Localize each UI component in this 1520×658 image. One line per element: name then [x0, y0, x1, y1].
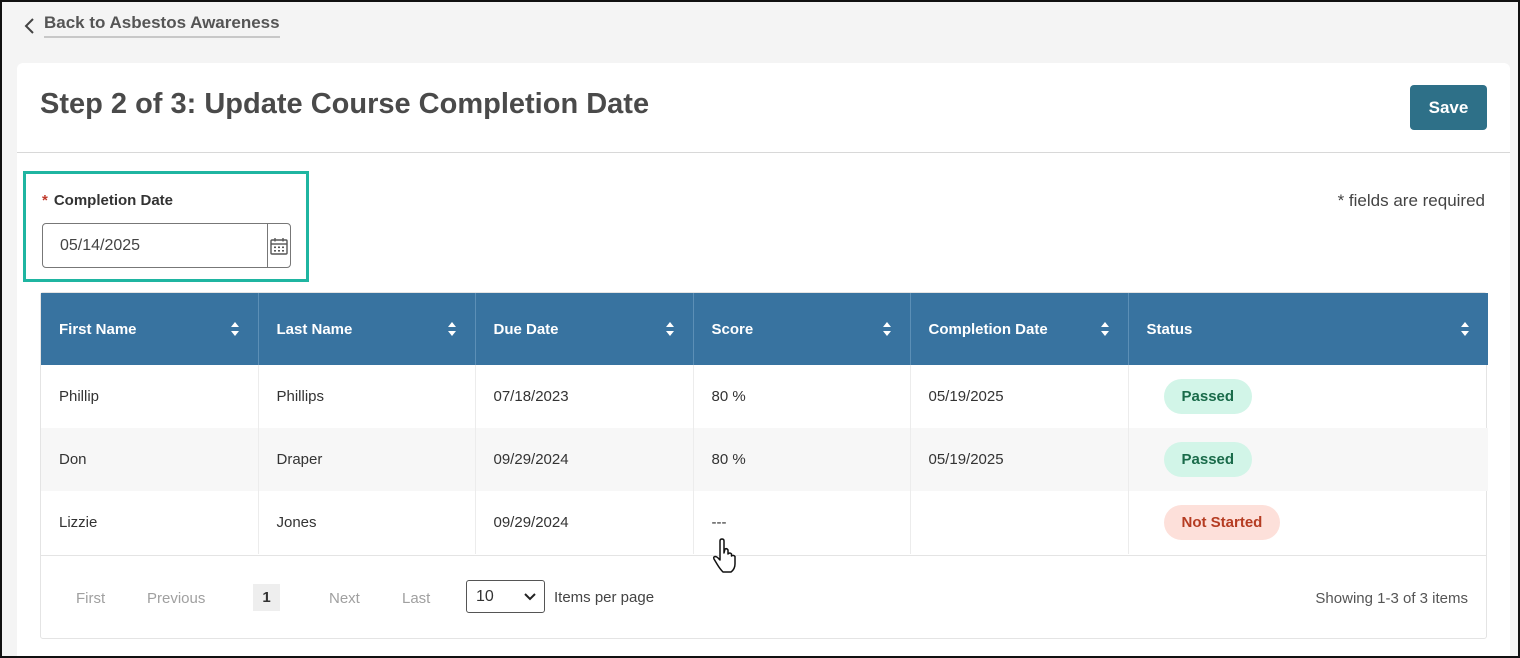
table-row: Lizzie Jones 09/29/2024 --- Not Started — [41, 491, 1488, 554]
column-label: Status — [1146, 320, 1193, 338]
column-header-score[interactable]: Score — [693, 293, 911, 365]
sort-icon — [882, 322, 891, 336]
back-link[interactable]: Back to Asbestos Awareness — [24, 13, 280, 38]
column-header-status[interactable]: Status — [1128, 293, 1488, 365]
showing-count: Showing 1-3 of 3 items — [1315, 590, 1468, 607]
calendar-icon — [270, 237, 288, 255]
back-link-label[interactable]: Back to Asbestos Awareness — [44, 13, 280, 38]
cell-first-name: Lizzie — [41, 491, 259, 554]
table-header-row: First Name Last Name Due Date Score Comp… — [41, 293, 1488, 365]
cell-last-name: Draper — [258, 428, 476, 491]
cell-last-name: Jones — [258, 491, 476, 554]
column-label: Score — [711, 320, 754, 338]
page-title: Step 2 of 3: Update Course Completion Da… — [40, 88, 650, 120]
items-per-page-value: 10 — [476, 587, 494, 605]
sort-icon — [230, 322, 239, 336]
main-card: Step 2 of 3: Update Course Completion Da… — [17, 63, 1510, 658]
completion-date-field — [42, 223, 291, 268]
calendar-button[interactable] — [267, 224, 290, 267]
required-fields-note: * fields are required — [1337, 191, 1485, 210]
items-per-page-label: Items per page — [554, 589, 655, 606]
sort-icon — [1461, 322, 1469, 336]
pager-first[interactable]: First — [76, 590, 105, 607]
cell-last-name: Phillips — [258, 365, 476, 428]
cell-status: Passed — [1128, 428, 1488, 491]
cell-first-name: Don — [41, 428, 259, 491]
cell-due-date: 09/29/2024 — [475, 491, 694, 554]
cell-first-name: Phillip — [41, 365, 259, 428]
required-asterisk: * — [42, 192, 48, 209]
save-button[interactable]: Save — [1410, 85, 1487, 130]
hand-cursor-icon — [712, 538, 736, 573]
sort-icon — [447, 322, 456, 336]
sort-icon — [1100, 322, 1109, 336]
cell-score: 80 % — [693, 365, 911, 428]
cell-status: Passed — [1128, 365, 1488, 428]
status-badge: Passed — [1163, 379, 1253, 414]
pager-next[interactable]: Next — [329, 590, 360, 607]
card-header: Step 2 of 3: Update Course Completion Da… — [17, 63, 1510, 153]
status-badge: Passed — [1163, 442, 1253, 477]
column-label: Completion Date — [928, 320, 1048, 338]
column-label: Last Name — [276, 320, 353, 338]
table-row: Don Draper 09/29/2024 80 % 05/19/2025 Pa… — [41, 428, 1488, 491]
chevron-down-icon — [524, 593, 536, 601]
completion-date-label-text: Completion Date — [53, 192, 174, 209]
table-row: Phillip Phillips 07/18/2023 80 % 05/19/2… — [41, 365, 1488, 428]
column-header-last-name[interactable]: Last Name — [258, 293, 476, 365]
pager-previous[interactable]: Previous — [147, 590, 205, 607]
column-header-due-date[interactable]: Due Date — [475, 293, 694, 365]
learners-table: First Name Last Name Due Date Score Comp… — [40, 292, 1488, 639]
status-badge: Not Started — [1163, 505, 1281, 540]
column-label: Due Date — [493, 320, 559, 338]
completion-date-input[interactable] — [43, 224, 267, 267]
pagination: First Previous 1 Next Last 10 Items per … — [41, 555, 1486, 639]
cell-due-date: 09/29/2024 — [475, 428, 694, 491]
column-label: First Name — [59, 320, 137, 338]
items-per-page-select[interactable]: 10 — [466, 580, 545, 613]
cell-status: Not Started — [1128, 491, 1488, 554]
pager-last[interactable]: Last — [402, 590, 430, 607]
cell-score: 80 % — [693, 428, 911, 491]
cell-completion-date — [910, 491, 1129, 554]
completion-date-label: * Completion Date — [42, 192, 173, 209]
cell-due-date: 07/18/2023 — [475, 365, 694, 428]
cell-completion-date: 05/19/2025 — [910, 365, 1129, 428]
cell-completion-date: 05/19/2025 — [910, 428, 1129, 491]
chevron-left-icon — [24, 17, 34, 34]
sort-icon — [665, 322, 674, 336]
column-header-first-name[interactable]: First Name — [41, 293, 259, 365]
pager-current-page[interactable]: 1 — [253, 584, 280, 611]
column-header-completion-date[interactable]: Completion Date — [910, 293, 1129, 365]
completion-date-section: * Completion Date — [23, 171, 309, 282]
